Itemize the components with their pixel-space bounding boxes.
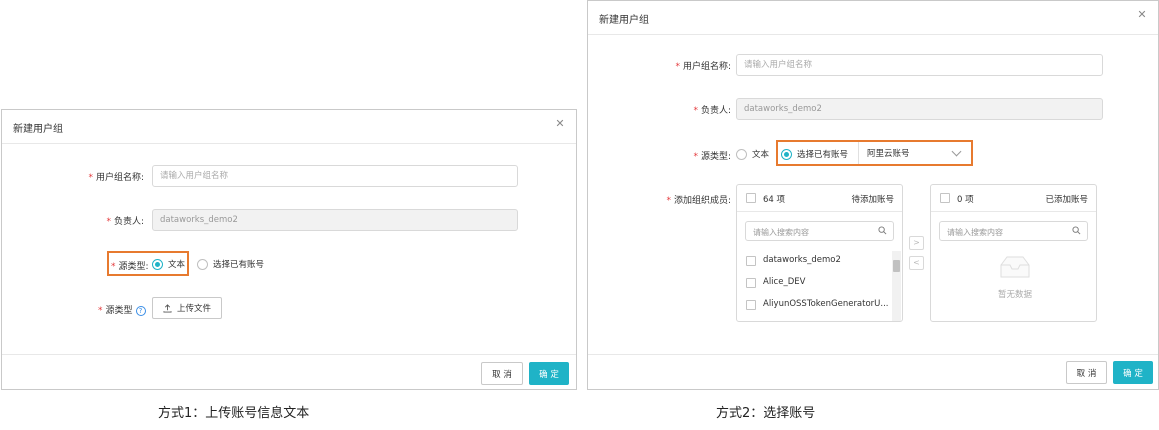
upload-icon [163, 303, 172, 313]
cancel-button[interactable]: 取 消 [481, 362, 523, 385]
empty-box-icon [1000, 256, 1030, 278]
chevron-down-icon [951, 146, 962, 157]
group-name-input[interactable] [736, 54, 1103, 76]
list-item[interactable]: AliyunOSSTokenGeneratorU... [737, 296, 889, 316]
item-checkbox[interactable] [746, 256, 756, 266]
source-type-label: * 源类型: [111, 262, 149, 272]
search-input[interactable]: 请输入搜索内容 [939, 221, 1088, 241]
panel-caption: 待添加账号 [851, 195, 894, 205]
item-count: 0 项 [957, 195, 974, 205]
radio-text[interactable]: 文本 [736, 148, 769, 160]
group-name-label: * 用户组名称: [675, 62, 731, 72]
source-type-label: * 源类型: [693, 152, 731, 162]
dialog-title: 新建用户组 [13, 124, 63, 135]
dialog-header: 新建用户组 ✕ [588, 1, 1158, 35]
search-icon [878, 226, 887, 235]
dialog-footer: 取 消 确 定 [588, 354, 1158, 389]
help-icon[interactable]: ? [135, 305, 146, 316]
panel-caption: 已添加账号 [1045, 195, 1088, 205]
group-name-label: * 用户组名称: [88, 173, 144, 183]
owner-label: * 负责人: [106, 217, 144, 227]
select-all-checkbox[interactable] [746, 193, 756, 203]
radio-dot-checked [152, 258, 163, 270]
search-input[interactable]: 请输入搜索内容 [745, 221, 894, 241]
owner-label: * 负责人: [693, 106, 731, 116]
source-type-label-2: * 源类型? [98, 303, 146, 316]
radio-existing-account[interactable]: 选择已有账号 [197, 258, 264, 270]
group-name-input[interactable] [152, 165, 518, 187]
members-label: * 添加组织成员: [666, 196, 731, 206]
close-icon[interactable]: ✕ [553, 117, 567, 131]
panel-header: 64 项 待添加账号 [737, 185, 902, 212]
scrollbar[interactable] [892, 251, 901, 321]
close-icon[interactable]: ✕ [1135, 8, 1149, 22]
item-count: 64 项 [763, 195, 786, 205]
empty-text: 暂无数据 [998, 290, 1033, 300]
item-checkbox[interactable] [746, 278, 756, 288]
list-item[interactable]: Alice_DEV [737, 274, 887, 294]
cancel-button[interactable]: 取 消 [1066, 361, 1107, 384]
transfer-panel-right: 0 项 已添加账号 请输入搜索内容 暂无数据 [930, 184, 1097, 322]
list-item[interactable]: dataworks_demo2 [737, 252, 887, 272]
account-type-select[interactable]: 阿里云账号 [858, 142, 970, 164]
move-left-button[interactable]: < [909, 256, 924, 270]
owner-field: dataworks_demo2 [152, 209, 518, 231]
owner-field: dataworks_demo2 [736, 98, 1103, 120]
select-all-checkbox[interactable] [940, 193, 950, 203]
scroll-thumb[interactable] [893, 260, 900, 272]
dialog-footer: 取 消 确 定 [2, 354, 576, 389]
search-icon [1072, 226, 1081, 235]
dialog-title: 新建用户组 [599, 15, 649, 26]
upload-file-button[interactable]: 上传文件 [152, 297, 222, 319]
dialog-header: 新建用户组 ✕ [2, 110, 576, 144]
move-right-button[interactable]: > [909, 236, 924, 250]
transfer-panel-left: 64 项 待添加账号 请输入搜索内容 dataworks_demo2 Alice… [736, 184, 903, 322]
ok-button[interactable]: 确 定 [1113, 361, 1153, 384]
radio-dot-checked [781, 148, 792, 160]
caption-method-2: 方式2：选择账号 [716, 406, 816, 421]
radio-dot [197, 258, 208, 270]
item-checkbox[interactable] [746, 300, 756, 310]
ok-button[interactable]: 确 定 [529, 362, 569, 385]
radio-text[interactable]: 文本 [152, 258, 185, 270]
dialog-method-1: 新建用户组 ✕ *用户组名称: *负责人: dataworks_demo2 *源… [1, 109, 577, 390]
panel-header: 0 项 已添加账号 [931, 185, 1096, 212]
caption-method-1: 方式1：上传账号信息文本 [158, 406, 310, 421]
dialog-method-2: 新建用户组 ✕ *用户组名称: *负责人: dataworks_demo2 *源… [587, 0, 1159, 390]
radio-dot [736, 148, 747, 160]
radio-existing-account[interactable]: 选择已有账号 [781, 148, 848, 160]
